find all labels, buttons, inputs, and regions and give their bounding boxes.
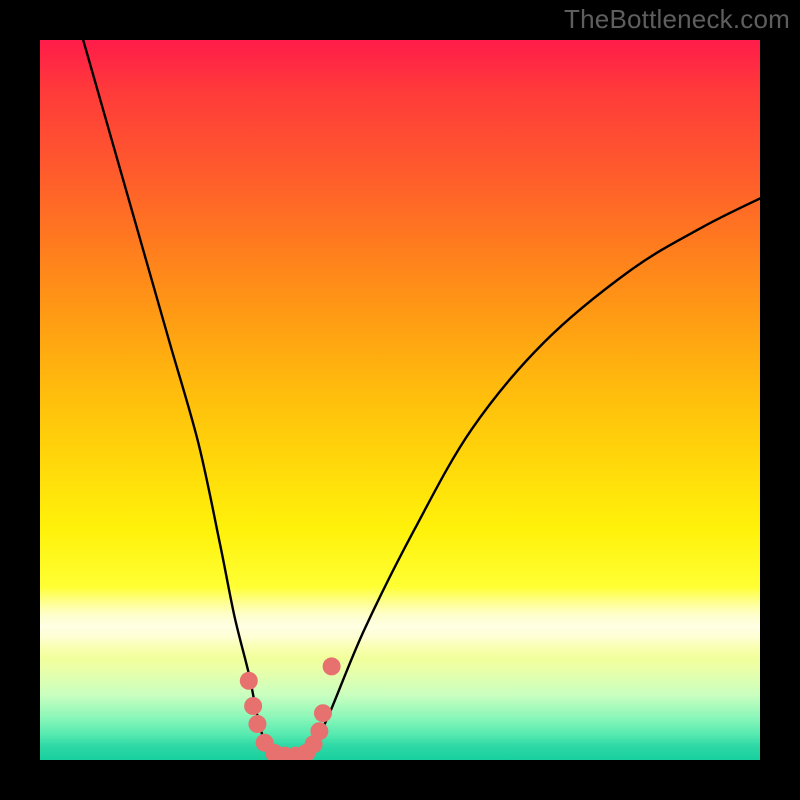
watermark-text: TheBottleneck.com: [564, 4, 790, 35]
curves-svg: [40, 40, 760, 760]
pink-marker: [323, 657, 341, 675]
left-branch-curve: [83, 40, 270, 760]
pink-marker: [256, 734, 274, 752]
chart-frame: TheBottleneck.com: [0, 0, 800, 800]
pink-marker: [305, 735, 323, 753]
plot-area: [40, 40, 760, 760]
pink-marker: [265, 744, 283, 760]
pink-marker: [297, 744, 315, 760]
pink-marker: [240, 672, 258, 690]
pink-marker: [287, 747, 305, 760]
pink-marker: [244, 697, 262, 715]
pink-marker: [276, 747, 294, 760]
pink-marker: [314, 704, 332, 722]
right-branch-curve: [306, 198, 760, 760]
pink-marker: [248, 715, 266, 733]
pink-marker: [310, 722, 328, 740]
pink-markers-group: [240, 657, 341, 760]
